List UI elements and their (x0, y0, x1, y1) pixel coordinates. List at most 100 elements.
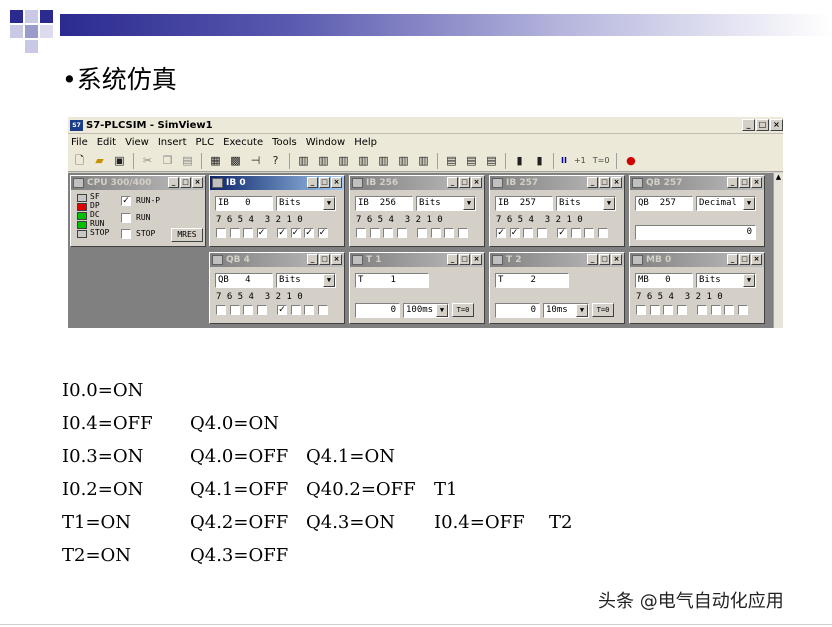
panel-close-button[interactable]: × (192, 177, 203, 188)
bit-checkbox[interactable] (737, 305, 748, 315)
bit-checkbox[interactable] (676, 305, 687, 315)
ib-icon[interactable]: ▥ (295, 153, 312, 169)
cpu-panel-titlebar[interactable]: CPU 300/400 _ □ × (71, 176, 205, 190)
panel-maximize-button[interactable]: □ (459, 177, 470, 188)
t2-address-field[interactable]: T 2 (495, 273, 569, 288)
menu-edit[interactable]: Edit (97, 137, 116, 148)
qb-icon[interactable]: ▥ (315, 153, 332, 169)
menu-insert[interactable]: Insert (158, 137, 187, 148)
panel-maximize-button[interactable]: □ (739, 177, 750, 188)
panel-minimize-button[interactable]: _ (447, 177, 458, 188)
bit-checkbox[interactable]: ✓ (509, 228, 520, 238)
panel-maximize-button[interactable]: □ (739, 254, 750, 265)
menu-help[interactable]: Help (354, 137, 377, 148)
panel-minimize-button[interactable]: _ (727, 177, 738, 188)
t2-reset-button[interactable]: T=0 (592, 303, 614, 317)
menu-file[interactable]: File (71, 137, 88, 148)
bit-checkbox[interactable] (536, 228, 547, 238)
panel-maximize-button[interactable]: □ (599, 254, 610, 265)
vertical-bits-icon[interactable]: ▥ (415, 153, 432, 169)
panel-minimize-button[interactable]: _ (587, 177, 598, 188)
paste-icon[interactable]: ▤ (179, 153, 196, 169)
panel-minimize-button[interactable]: _ (307, 254, 318, 265)
panel-close-button[interactable]: × (751, 254, 762, 265)
bit-checkbox[interactable] (457, 228, 468, 238)
ib0-format-select[interactable]: Bits ▼ (276, 196, 336, 211)
ib0-titlebar[interactable]: IB 0 _ □ × (210, 176, 344, 190)
panel-minimize-button[interactable]: _ (727, 254, 738, 265)
t2-timebase-select[interactable]: 10ms ▼ (543, 303, 589, 318)
panel-close-button[interactable]: × (331, 177, 342, 188)
save-icon[interactable]: ▣ (111, 153, 128, 169)
cut-icon[interactable]: ✂ (139, 153, 156, 169)
bits-icon[interactable]: ▤ (483, 153, 500, 169)
mb-icon[interactable]: ▥ (335, 153, 352, 169)
bit-checkbox[interactable] (697, 305, 707, 315)
bit-checkbox[interactable]: ✓ (317, 228, 328, 238)
qb257-format-select[interactable]: Decimal ▼ (696, 196, 756, 211)
bit-checkbox[interactable] (597, 228, 608, 238)
mb0-titlebar[interactable]: MB 0 _ □ × (630, 253, 764, 267)
horizontal-layout-icon[interactable]: ▮ (531, 153, 548, 169)
open-icon[interactable]: ▰ (91, 153, 108, 169)
bit-checkbox[interactable] (430, 228, 441, 238)
t1-value-field[interactable]: 0 (355, 303, 400, 318)
maximize-button[interactable]: □ (756, 119, 769, 131)
bit-checkbox[interactable] (396, 228, 407, 238)
t0-button[interactable]: T=0 (591, 153, 612, 169)
ib257-format-select[interactable]: Bits ▼ (556, 196, 616, 211)
minimize-button[interactable]: _ (742, 119, 755, 131)
new-icon[interactable]: 🗋 (71, 153, 88, 169)
mres-button[interactable]: MRES (171, 228, 203, 242)
panel-maximize-button[interactable]: □ (459, 254, 470, 265)
qb4-address-field[interactable]: QB 4 (215, 273, 273, 288)
bit-checkbox[interactable]: ✓ (256, 228, 267, 238)
panel-close-button[interactable]: × (331, 254, 342, 265)
panel-close-button[interactable]: × (471, 254, 482, 265)
qb4-titlebar[interactable]: QB 4 _ □ × (210, 253, 344, 267)
bit-checkbox[interactable]: ✓ (277, 228, 287, 238)
bit-checkbox[interactable] (649, 305, 660, 315)
vertical-icon[interactable]: ▤ (463, 153, 480, 169)
ib256-address-field[interactable]: IB 256 (355, 196, 413, 211)
step-button[interactable]: +1 (572, 153, 588, 169)
t1-address-field[interactable]: T 1 (355, 273, 429, 288)
t1-titlebar[interactable]: T 1 _ □ × (350, 253, 484, 267)
mode-run-p-checkbox[interactable]: ✓ (121, 196, 131, 206)
qb257-address-field[interactable]: QB 257 (635, 196, 693, 211)
pin-icon[interactable]: ⊣ (247, 153, 264, 169)
copy-icon[interactable]: ❐ (159, 153, 176, 169)
bit-checkbox[interactable] (724, 305, 734, 315)
bit-checkbox[interactable] (369, 228, 380, 238)
bit-checkbox[interactable]: ✓ (304, 228, 314, 238)
bit-checkbox[interactable] (256, 305, 267, 315)
vertical-layout-icon[interactable]: ▮ (511, 153, 528, 169)
bit-checkbox[interactable] (243, 305, 253, 315)
bit-checkbox[interactable] (383, 228, 393, 238)
ib256-titlebar[interactable]: IB 256 _ □ × (350, 176, 484, 190)
bit-checkbox[interactable] (229, 228, 240, 238)
mode-run-checkbox[interactable] (121, 213, 131, 223)
cpu-icon[interactable]: ▦ (207, 153, 224, 169)
panel-maximize-button[interactable]: □ (319, 254, 330, 265)
bit-checkbox[interactable] (584, 228, 594, 238)
panel-maximize-button[interactable]: □ (599, 177, 610, 188)
bit-checkbox[interactable] (710, 305, 721, 315)
grid-icon[interactable]: ▩ (227, 153, 244, 169)
panel-minimize-button[interactable]: _ (168, 177, 179, 188)
panel-minimize-button[interactable]: _ (447, 254, 458, 265)
mb0-address-field[interactable]: MB 0 (635, 273, 693, 288)
vertical-scrollbar[interactable]: ▲ (773, 173, 783, 328)
menu-execute[interactable]: Execute (223, 137, 263, 148)
bit-checkbox[interactable] (304, 305, 314, 315)
bit-checkbox[interactable] (290, 305, 301, 315)
bit-checkbox[interactable] (523, 228, 533, 238)
bit-checkbox[interactable] (229, 305, 240, 315)
menu-window[interactable]: Window (306, 137, 345, 148)
bit-checkbox[interactable] (216, 228, 226, 238)
ib257-titlebar[interactable]: IB 257 _ □ × (490, 176, 624, 190)
bit-checkbox[interactable] (444, 228, 454, 238)
generic-icon[interactable]: ▥ (395, 153, 412, 169)
panel-maximize-button[interactable]: □ (180, 177, 191, 188)
bit-checkbox[interactable]: ✓ (557, 228, 567, 238)
